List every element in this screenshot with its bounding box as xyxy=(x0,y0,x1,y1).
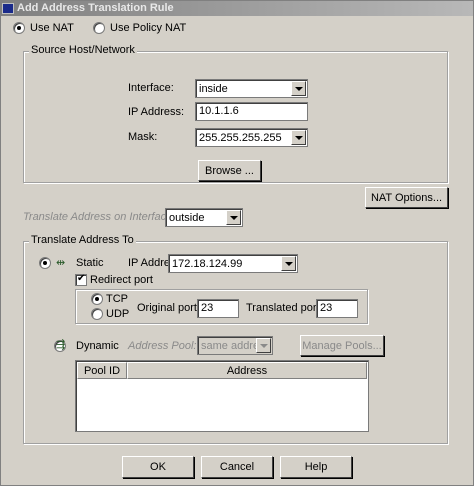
ip-address-label: IP Address: xyxy=(128,106,185,118)
original-port-label: Original port: xyxy=(137,302,200,314)
static-ip-select[interactable]: 172.18.124.99 xyxy=(168,254,298,273)
chevron-down-icon[interactable] xyxy=(291,81,306,96)
use-nat-label: Use NAT xyxy=(30,22,74,34)
tcp-option[interactable]: TCP xyxy=(91,293,128,305)
mask-value: 255.255.255.255 xyxy=(199,131,282,144)
chevron-down-icon[interactable] xyxy=(291,130,306,145)
static-nat-icon: ⇹ xyxy=(56,257,66,269)
static-ip-value: 172.18.124.99 xyxy=(172,257,243,270)
address-column-header[interactable]: Address xyxy=(127,362,367,379)
redirect-port-option[interactable]: Redirect port xyxy=(75,273,153,286)
mask-select[interactable]: 255.255.255.255 xyxy=(195,128,308,147)
address-pool-label: Address Pool: xyxy=(128,340,197,352)
address-pool-value: same address xyxy=(201,339,256,352)
interface-value: inside xyxy=(199,82,228,95)
ok-button[interactable]: OK xyxy=(122,456,194,478)
use-nat-option[interactable]: Use NAT xyxy=(13,22,74,34)
redirect-port-label: Redirect port xyxy=(90,274,153,286)
interface-select[interactable]: inside xyxy=(195,79,308,98)
chevron-down-icon[interactable] xyxy=(281,256,296,271)
tcp-radio[interactable] xyxy=(91,293,103,305)
title-bar: Add Address Translation Rule xyxy=(0,0,474,16)
manage-pools-button[interactable]: Manage Pools... xyxy=(300,335,384,356)
interface-label: Interface: xyxy=(128,82,174,94)
window-title: Add Address Translation Rule xyxy=(17,2,174,14)
static-radio[interactable] xyxy=(39,257,51,269)
chevron-down-icon[interactable] xyxy=(256,338,271,353)
tcp-label: TCP xyxy=(106,293,128,305)
help-button[interactable]: Help xyxy=(280,456,352,478)
translated-port-label: Translated port: xyxy=(246,302,323,314)
translate-interface-value: outside xyxy=(169,211,205,224)
pool-table-header: Pool ID Address xyxy=(77,362,367,379)
mask-label: Mask: xyxy=(128,131,158,143)
chevron-down-icon[interactable] xyxy=(226,210,241,225)
nat-options-button[interactable]: NAT Options... xyxy=(365,187,448,208)
pool-table[interactable]: Pool ID Address xyxy=(75,360,369,432)
static-label: Static xyxy=(76,257,104,269)
use-nat-radio[interactable] xyxy=(13,22,25,34)
original-port-field[interactable]: 23 xyxy=(197,299,239,318)
redirect-port-checkbox[interactable] xyxy=(75,273,87,286)
udp-option[interactable]: UDP xyxy=(91,308,129,320)
udp-label: UDP xyxy=(106,308,130,320)
address-pool-select[interactable]: same address xyxy=(197,336,273,355)
use-policy-nat-radio[interactable] xyxy=(93,22,105,34)
app-icon xyxy=(2,2,14,14)
source-group-label: Source Host/Network xyxy=(29,44,137,56)
translate-to-group-label: Translate Address To xyxy=(29,234,136,246)
browse-button[interactable]: Browse ... xyxy=(198,160,261,181)
use-policy-nat-option[interactable]: Use Policy NAT xyxy=(93,22,186,34)
pool-id-column-header[interactable]: Pool ID xyxy=(77,362,127,379)
dynamic-label: Dynamic xyxy=(76,340,119,352)
udp-radio[interactable] xyxy=(91,308,103,320)
translate-interface-label: Translate Address on Interface: xyxy=(23,211,176,223)
cancel-button[interactable]: Cancel xyxy=(201,456,273,478)
translate-interface-select[interactable]: outside xyxy=(165,208,243,227)
dynamic-nat-icon: ⇶ xyxy=(56,339,66,351)
translated-port-field[interactable]: 23 xyxy=(316,299,358,318)
ip-address-field[interactable]: 10.1.1.6 xyxy=(195,102,308,121)
use-policy-nat-label: Use Policy NAT xyxy=(110,22,187,34)
